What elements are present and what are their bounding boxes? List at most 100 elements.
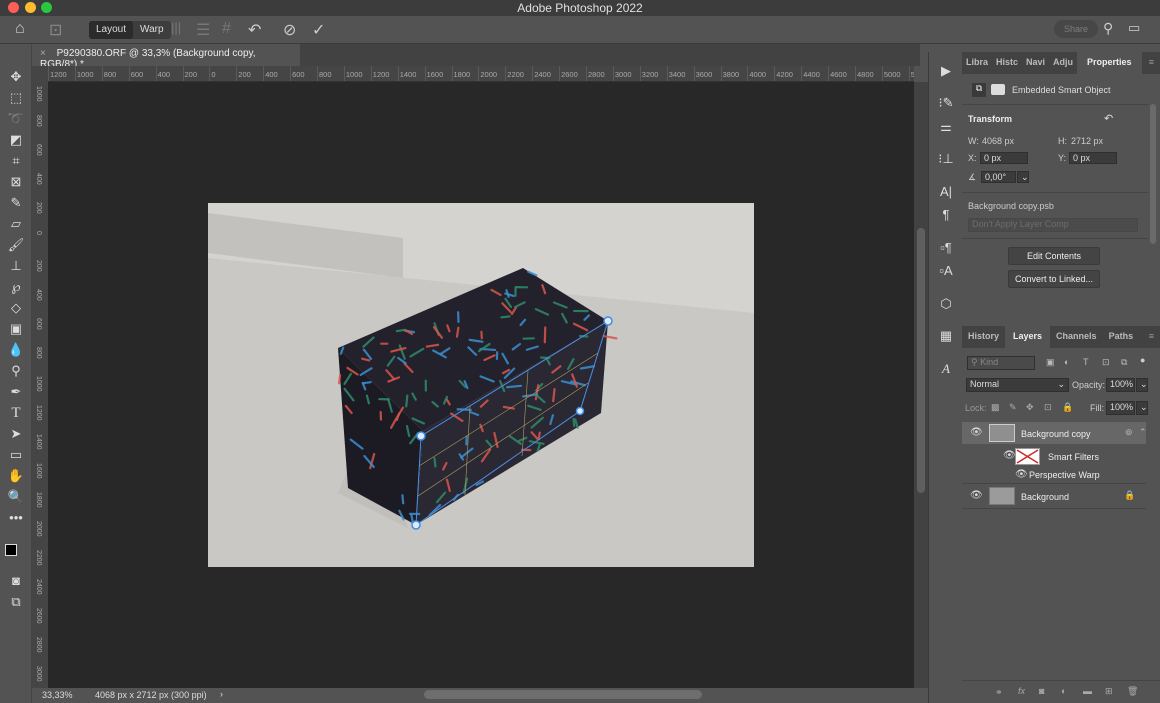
zoom-tool-icon[interactable]: 🔍 <box>6 488 26 506</box>
brush-tool-icon[interactable]: 🖌 <box>6 236 26 254</box>
timeline-icon[interactable]: ▦ <box>933 325 959 347</box>
gradient-tool-icon[interactable]: ▣ <box>6 320 26 338</box>
straighten-horizontal-icon[interactable]: ☰ <box>196 20 210 40</box>
pen-tool-icon[interactable]: ✒ <box>6 383 26 401</box>
tab-libraries[interactable]: Libra <box>962 52 992 74</box>
brush-settings-icon[interactable]: ⁝✎ <box>933 92 959 114</box>
history-brush-tool-icon[interactable]: ℘ <box>6 278 26 296</box>
tab-layers[interactable]: Layers <box>1005 326 1051 348</box>
status-menu-arrow[interactable]: › <box>220 689 223 699</box>
straighten-both-icon[interactable]: # <box>222 20 231 38</box>
filter-pixel-icon[interactable]: ▣ <box>1046 357 1055 368</box>
foreground-color-swatch[interactable] <box>5 544 17 556</box>
path-selection-tool-icon[interactable]: ➤ <box>6 425 26 443</box>
cancel-icon[interactable]: ⊘ <box>283 20 296 40</box>
close-tab-icon[interactable]: × <box>40 48 46 59</box>
visibility-eye-icon[interactable]: 👁 <box>970 490 983 501</box>
document-tab[interactable]: × P9290380.ORF @ 33,3% (Background copy,… <box>32 44 300 70</box>
new-layer-icon[interactable]: ⊞ <box>1105 686 1113 697</box>
edit-contents-button[interactable]: Edit Contents <box>1008 247 1100 265</box>
fill-field[interactable]: 100% <box>1106 401 1135 415</box>
vertical-scroll-thumb[interactable] <box>917 228 925 493</box>
tab-channels[interactable]: Channels <box>1050 326 1103 348</box>
lock-position-icon[interactable]: ✥ <box>1026 402 1034 413</box>
smart-filter-indicator-icon[interactable]: ⊚ <box>1125 427 1133 438</box>
rectangle-tool-icon[interactable]: ▭ <box>6 446 26 464</box>
lock-image-icon[interactable]: ✎ <box>1009 402 1017 413</box>
more-tools-icon[interactable]: ••• <box>6 509 26 527</box>
visibility-eye-icon[interactable]: 👁 <box>1003 450 1016 461</box>
angle-field[interactable]: 0,00° <box>981 171 1016 183</box>
layers-panel-menu-icon[interactable]: ≡ <box>1143 326 1160 348</box>
delete-layer-icon[interactable]: 🗑 <box>1127 686 1138 697</box>
character-icon[interactable]: A| <box>933 181 959 203</box>
healing-brush-tool-icon[interactable]: ▱ <box>6 215 26 233</box>
filter-adjustment-icon[interactable]: ◐ <box>1064 357 1069 367</box>
layer-comp-select[interactable]: Don't Apply Layer Comp <box>968 218 1138 232</box>
crop-tool-icon[interactable]: ⌗ <box>6 152 26 170</box>
search-icon[interactable]: ⚲ <box>1103 20 1113 37</box>
marquee-tool-icon[interactable]: ⬚ <box>6 89 26 107</box>
layer-row-smart-filters[interactable]: 👁 Smart Filters <box>962 445 1146 467</box>
ruler-origin[interactable] <box>32 66 48 82</box>
filter-shape-icon[interactable]: ⊡ <box>1102 357 1110 368</box>
clone-stamp-tool-icon[interactable]: ⊥ <box>6 257 26 275</box>
paragraph-styles-icon[interactable]: ▫¶ <box>933 237 959 259</box>
layer-row-background-copy[interactable]: 👁 Background copy ⊚ ⌃ <box>962 422 1147 444</box>
visibility-eye-icon[interactable]: 👁 <box>970 427 983 438</box>
frame-tool-icon[interactable]: ⊠ <box>6 173 26 191</box>
new-group-icon[interactable]: ▬ <box>1083 686 1092 696</box>
straighten-vertical-icon[interactable]: ||| <box>171 20 181 35</box>
y-field[interactable]: 0 px <box>1069 152 1117 164</box>
angle-dropdown-icon[interactable]: ⌄ <box>1017 171 1029 183</box>
warp-pin[interactable] <box>416 431 426 441</box>
lock-all-icon[interactable]: 🔒 <box>1062 402 1073 413</box>
properties-scrollbar[interactable] <box>1150 104 1156 244</box>
collapse-effects-icon[interactable]: ⌃ <box>1139 427 1147 438</box>
tab-history[interactable]: History <box>962 326 1005 348</box>
eraser-tool-icon[interactable]: ◇ <box>6 299 26 317</box>
convert-to-linked-button[interactable]: Convert to Linked... <box>1008 270 1100 288</box>
visibility-eye-icon[interactable]: 👁 <box>1015 469 1028 480</box>
lock-artboard-icon[interactable]: ⊡ <box>1044 402 1052 413</box>
horizontal-ruler[interactable]: 1200 1000 800 600 400 200 0 200 400 600 800 1000 120… <box>48 66 914 82</box>
adjustment-layer-icon[interactable]: ◐ <box>1061 686 1066 696</box>
warp-pin[interactable] <box>411 520 421 530</box>
paragraph-icon[interactable]: ¶ <box>933 204 959 226</box>
opacity-dropdown-icon[interactable]: ⌄ <box>1136 378 1148 392</box>
actions-icon[interactable]: ▶ <box>933 60 959 82</box>
type-tool-icon[interactable]: T <box>6 404 26 422</box>
tab-properties[interactable]: Properties <box>1077 52 1142 74</box>
filter-toggle-icon[interactable]: ● <box>1140 355 1145 365</box>
tab-adjustments[interactable]: Adju <box>1049 52 1077 74</box>
glyphs-icon[interactable]: A <box>933 358 959 380</box>
object-selection-tool-icon[interactable]: ◩ <box>6 131 26 149</box>
home-icon[interactable]: ⌂ <box>15 20 25 38</box>
document-image[interactable] <box>208 203 754 567</box>
reset-transform-icon[interactable]: ↶ <box>1104 112 1113 125</box>
filter-type-icon[interactable]: T <box>1083 357 1089 367</box>
lock-transparent-icon[interactable]: ▩ <box>991 402 1000 413</box>
layout-mode-button[interactable]: Layout <box>89 21 134 39</box>
tab-navigator[interactable]: Navi <box>1022 52 1049 74</box>
character-styles-icon[interactable]: ▫A <box>933 260 959 282</box>
link-layers-icon[interactable]: ⚭ <box>995 687 1003 698</box>
opacity-field[interactable]: 100% <box>1106 378 1135 392</box>
share-button[interactable]: Share <box>1054 20 1098 38</box>
horizontal-scroll-thumb[interactable] <box>424 690 702 699</box>
move-tool-icon[interactable]: ✥ <box>6 68 26 86</box>
workspace-icon[interactable]: ▭ <box>1128 20 1140 36</box>
check-icon[interactable]: ✓ <box>312 20 325 40</box>
screen-mode-icon[interactable]: ⧉ <box>6 593 26 611</box>
reset-icon[interactable]: ↶ <box>248 20 261 40</box>
hand-tool-icon[interactable]: ✋ <box>6 467 26 485</box>
warp-pin[interactable] <box>575 406 585 416</box>
lasso-tool-icon[interactable]: ➰ <box>6 110 26 128</box>
dodge-tool-icon[interactable]: ⚲ <box>6 362 26 380</box>
perspective-warp-icon[interactable]: ⊡ <box>49 20 62 40</box>
adjustments-icon[interactable]: ⚌ <box>933 116 959 138</box>
3d-icon[interactable]: ⬡ <box>933 293 959 315</box>
tab-paths[interactable]: Paths <box>1103 326 1140 348</box>
warp-mode-button[interactable]: Warp <box>133 21 171 39</box>
vertical-ruler[interactable]: 1000 800 600 400 200 0 200 400 600 800 1000 1200 140… <box>32 82 48 688</box>
